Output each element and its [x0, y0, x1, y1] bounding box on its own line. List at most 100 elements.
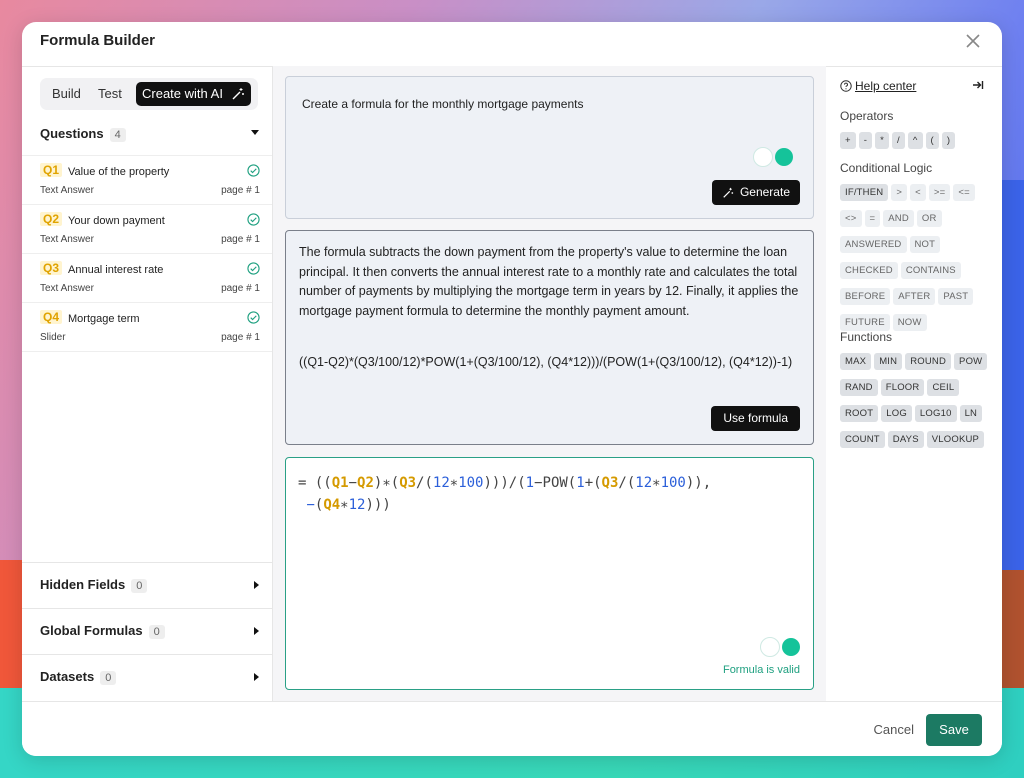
chip-function[interactable]: LN: [959, 405, 983, 422]
question-type: Text Answer: [40, 283, 94, 294]
chip-logic[interactable]: CHECKED: [840, 262, 898, 279]
formula-token: )),: [685, 475, 712, 491]
formula-code[interactable]: = ((Q1−Q2)∗(Q3/(12∗100)))/(1−POW(1+(Q3/(…: [298, 472, 803, 516]
formula-token: ∗: [652, 475, 661, 491]
formula-token: 12: [348, 497, 366, 513]
tab-build[interactable]: Build: [46, 82, 87, 106]
formula-token: /(: [416, 475, 433, 491]
chip-function[interactable]: COUNT: [840, 431, 885, 448]
question-tag: Q1: [40, 163, 63, 177]
generate-button[interactable]: Generate: [711, 180, 800, 205]
chip-logic[interactable]: PAST: [938, 288, 974, 305]
collapse-panel-icon[interactable]: [972, 79, 984, 91]
chip-function[interactable]: ROUND: [905, 353, 952, 370]
chip-logic[interactable]: >: [891, 184, 908, 201]
modal-title: Formula Builder: [40, 32, 156, 49]
question-type: Slider: [40, 332, 66, 343]
formula-token: Q1: [331, 475, 349, 491]
center-panel: Create a formula for the monthly mortgag…: [273, 66, 826, 702]
chip-operator[interactable]: /: [892, 132, 905, 149]
chip-logic[interactable]: BEFORE: [840, 288, 891, 305]
help-center-link[interactable]: Help center: [840, 79, 916, 93]
close-icon[interactable]: [962, 30, 984, 52]
chip-operator[interactable]: (: [925, 132, 939, 149]
chip-operator[interactable]: ): [941, 132, 956, 149]
formula-token: −: [348, 475, 358, 491]
section-label: Hidden Fields: [40, 577, 126, 592]
grammarly-icon[interactable]: [775, 148, 793, 166]
question-page: page # 1: [221, 234, 260, 245]
question-name: Value of the property: [68, 166, 170, 178]
functions-list: MAX MIN ROUND POW RAND FLOOR CEIL ROOT LOG LOG10 L…: [840, 351, 995, 455]
functions-title: Functions: [840, 330, 893, 344]
chip-logic[interactable]: FUTURE: [840, 314, 890, 331]
formula-token: ∗: [340, 497, 349, 513]
chip-function[interactable]: LOG10: [914, 405, 957, 422]
chip-logic[interactable]: =: [864, 210, 881, 227]
section-global-formulas[interactable]: Global Formulas 0: [22, 608, 272, 654]
section-count: 0: [148, 625, 165, 639]
chip-logic[interactable]: NOT: [909, 236, 941, 253]
list-item[interactable]: Q1 Value of the property Text Answer pag…: [22, 156, 272, 205]
generate-label: Generate: [739, 185, 790, 199]
chip-function[interactable]: MIN: [874, 353, 903, 370]
ai-prompt-box[interactable]: Create a formula for the monthly mortgag…: [285, 76, 814, 219]
ai-explanation: The formula subtracts the down payment f…: [299, 245, 799, 318]
logic-title: Conditional Logic: [840, 161, 933, 175]
chip-function[interactable]: FLOOR: [880, 379, 925, 396]
chip-operator[interactable]: +: [840, 132, 856, 149]
chip-logic[interactable]: ANSWERED: [840, 236, 907, 253]
tab-test[interactable]: Test: [92, 82, 128, 106]
question-name: Your down payment: [68, 215, 165, 227]
operators-title: Operators: [840, 109, 894, 123]
use-formula-button[interactable]: Use formula: [711, 406, 800, 431]
ai-result-box: The formula subtracts the down payment f…: [285, 230, 814, 445]
tab-create-with-ai[interactable]: Create with AI: [136, 82, 251, 106]
chip-logic[interactable]: AND: [883, 210, 914, 227]
chip-function[interactable]: DAYS: [887, 431, 924, 448]
grammarly-icon[interactable]: [782, 638, 800, 656]
chip-logic[interactable]: OR: [916, 210, 942, 227]
chip-logic[interactable]: NOW: [892, 314, 927, 331]
chip-function[interactable]: ROOT: [840, 405, 879, 422]
questions-list: Q1 Value of the property Text Answer pag…: [22, 155, 272, 352]
chip-operator[interactable]: ^: [907, 132, 923, 149]
chip-logic[interactable]: IF/THEN: [840, 184, 889, 201]
section-datasets[interactable]: Datasets 0: [22, 654, 272, 700]
chevron-right-icon: [254, 673, 259, 681]
formula-token: Q3: [399, 475, 417, 491]
save-button[interactable]: Save: [926, 714, 982, 746]
chip-operator[interactable]: *: [875, 132, 890, 149]
chip-logic[interactable]: <: [910, 184, 926, 201]
tab-create-with-ai-label: Create with AI: [142, 86, 223, 101]
chip-function[interactable]: LOG: [881, 405, 912, 422]
section-count: 0: [100, 671, 117, 685]
chip-logic[interactable]: >=: [928, 184, 951, 201]
chip-function[interactable]: VLOOKUP: [926, 431, 985, 448]
chip-logic[interactable]: <=: [953, 184, 975, 201]
formula-editor[interactable]: = ((Q1−Q2)∗(Q3/(12∗100)))/(1−POW(1+(Q3/(…: [285, 457, 814, 690]
question-type: Text Answer: [40, 234, 94, 245]
questions-header[interactable]: Questions 4: [40, 126, 126, 142]
list-item[interactable]: Q3 Annual interest rate Text Answer page…: [22, 254, 272, 303]
chip-function[interactable]: MAX: [840, 353, 872, 370]
chevron-right-icon: [254, 627, 259, 635]
modal-footer: Cancel Save: [22, 701, 1002, 756]
chevron-down-icon[interactable]: [251, 130, 259, 135]
chip-operator[interactable]: -: [858, 132, 873, 149]
question-tag: Q2: [40, 212, 63, 226]
chip-function[interactable]: CEIL: [927, 379, 960, 396]
chevron-right-icon: [254, 581, 259, 589]
section-hidden-fields[interactable]: Hidden Fields 0: [22, 562, 272, 608]
list-item[interactable]: Q4 Mortgage term Slider page # 1: [22, 303, 272, 352]
chip-logic[interactable]: AFTER: [893, 288, 936, 305]
lightbulb-icon[interactable]: [760, 637, 780, 657]
list-item[interactable]: Q2 Your down payment Text Answer page # …: [22, 205, 272, 254]
ai-prompt-text[interactable]: Create a formula for the monthly mortgag…: [302, 97, 583, 111]
chip-logic[interactable]: CONTAINS: [900, 262, 961, 279]
chip-function[interactable]: RAND: [840, 379, 878, 396]
lightbulb-icon[interactable]: [753, 147, 773, 167]
chip-function[interactable]: POW: [954, 353, 988, 370]
chip-logic[interactable]: <>: [840, 210, 862, 227]
cancel-button[interactable]: Cancel: [874, 722, 914, 737]
